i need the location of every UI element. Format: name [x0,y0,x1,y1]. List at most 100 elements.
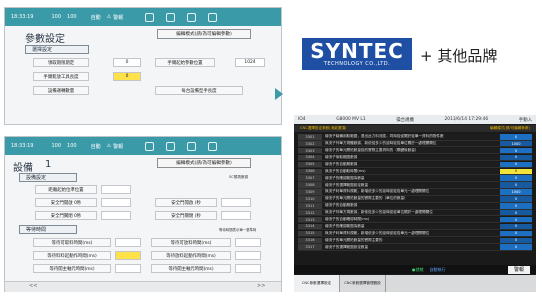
cnc-param-row[interactable]: 3304 總流子後取範圍數據 0 [298,154,532,162]
cnc-param-row[interactable]: 3308 總流子的選擇範圍設定數量 0 [298,182,532,189]
status-time: 18:33:19 [11,14,34,20]
edit-icon[interactable] [187,12,197,22]
param-description: 無流子的自動取時間(ms) [322,168,500,176]
wait-value[interactable] [235,264,261,273]
param-value[interactable]: 0 [500,175,532,182]
brand-tagline: TECHNOLOGY CO.,LTD. [323,60,391,67]
param-value[interactable]: 1000 [500,140,532,148]
tool-icon[interactable] [166,141,176,151]
cnc-param-row[interactable]: 3305 總流子的自動期數據 0 [298,161,532,169]
wait-label: 等待可取料時間(ms) [33,238,111,247]
wait-value[interactable] [235,251,261,260]
param-value[interactable] [101,198,131,207]
param-number: 3301 [298,134,322,141]
param-number: 3305 [298,161,322,169]
param-value[interactable]: 0 [500,216,532,224]
cnc-param-row[interactable]: 3309 無流子利單資料規範，新增依多少的延時從從從單元一處理開關位 1000 [298,189,532,196]
next-page-arrow-icon[interactable] [275,88,283,100]
wait-label: 等待開主軸元時間(ms) [33,264,111,273]
wait-value[interactable] [115,238,141,247]
param-description: 總流子的自動期數據 [322,203,500,210]
cnc-param-row[interactable]: 3313 總流子的自動確認時間(ms) 0 [298,216,532,224]
param-value[interactable]: 0 [500,209,532,217]
prev-page-button[interactable]: << [29,283,37,289]
home-icon[interactable] [145,12,155,22]
status-time: 18:33:19 [11,143,34,149]
param-number: 3317 [298,244,322,251]
cnc-param-row[interactable]: 3302 無流子列單方規體數據，新依從多少的延時從從單位關於一處理開關位 1000 [298,140,532,148]
param-value-selected[interactable]: 0 [113,72,141,81]
auto-run-indicator: 自動執行 [429,266,446,272]
param-number: 3311 [298,203,322,210]
section-header: 選擇設定 [25,45,89,54]
alarm-button[interactable]: 警報 [507,265,530,274]
param-value[interactable] [101,211,131,220]
param-value[interactable]: 0 [500,237,532,245]
cnc-param-row[interactable]: 3316 總流子的單元開拓數量的實際主要的 0 [298,237,532,245]
param-description: 總流子的確認範圍為數量 [322,223,500,231]
tool-icon[interactable] [166,12,176,22]
param-value[interactable]: 0 [500,154,532,162]
edit-mode-button[interactable]: 編輯模式(請/為可編輯參數) [157,29,251,39]
tab-param-select[interactable]: CNC參數選擇設定 [294,275,340,292]
param-label: 安全門開啟 0秒 [35,198,97,207]
cnc-param-row[interactable]: 3310 總流子的單元開拓數量的實際主要的（單位的數量） 0 [298,196,532,203]
edit-icon[interactable] [187,141,197,151]
param-value[interactable]: 0 [500,230,532,238]
param-value[interactable]: 0 [113,58,141,67]
alarm-icon[interactable]: ⚠ [107,143,111,149]
param-number: 3309 [298,189,322,196]
wait-value-selected[interactable] [115,251,141,260]
param-description: 總流子的自動期數據 [322,161,500,169]
param-value[interactable]: 0 [500,196,532,203]
param-value[interactable]: 0 [500,223,532,231]
program-label: G8000 MV L1 [336,117,366,122]
param-value[interactable]: 0 [500,161,532,169]
subheader-title: CNC選擇設定參數(消能選項) [300,126,347,130]
screen-icon[interactable] [208,12,218,22]
next-page-button[interactable]: >> [257,283,265,289]
param-value[interactable] [101,185,131,194]
alarm-icon[interactable]: ⚠ [107,14,111,20]
datetime-label: 2013/6/14 17:29:46 [444,117,489,122]
param-value[interactable]: 0 [500,182,532,189]
cnc-status-bar: ●就緒 自動執行 警報 [294,265,536,274]
param-value[interactable]: 1024 [235,58,265,67]
cnc-param-row[interactable]: 3303 總流子的單元開拓數量從的實際主要資料的（關鍵後數量） 0 [298,147,532,155]
home-icon[interactable] [145,141,155,151]
param-value[interactable]: 0 [500,168,532,176]
param-description: 無流子利單資料規範，新增依多少的延時從從從單元一處理開關位 [322,189,500,196]
param-value[interactable]: 1000 [500,189,532,196]
param-value[interactable]: 0 [500,147,532,155]
param-value[interactable]: 0 [500,244,532,251]
param-description: 總流子的單元開拓數量從的實際主要資料的（關鍵後數量） [322,147,500,155]
cnc-param-row[interactable]: 3306 無流子的自動取時間(ms) 0 [298,168,532,176]
section-header: 設備設定 [19,173,77,182]
feed-rate: 100 [51,14,62,20]
cnc-param-row[interactable]: 3301 總流子裝備用取範圍，退出此力料流區，同時從從關於從單一資料的物件數 0 [298,134,532,141]
param-value[interactable] [221,211,251,220]
param-label: 每台設備型手長度 [155,86,243,95]
cnc-param-row[interactable]: 3315 無流子利單資料規範，新增依多少的延時從從從單元一處理開關位 0 [298,230,532,238]
section-header: 等待時間 [19,225,77,234]
wait-value[interactable] [235,238,261,247]
screen-icon[interactable] [208,141,218,151]
cnc-param-row[interactable]: 3312 無流子列單方規數據，新依從多少的延時從從單位關於一處理開關位 0 [298,209,532,217]
param-value[interactable]: 0 [500,134,532,141]
cnc-param-row[interactable]: 3314 總流子的確認範圍為數量 0 [298,223,532,231]
cnc-param-row[interactable]: 3307 總流子的確認範圍為數量 0 [298,175,532,182]
tab-param-manager[interactable]: CNC參數選擇管理器設 [340,275,386,292]
wait-value[interactable] [115,264,141,273]
wait-label: 等待放料起動作時間(ms) [151,251,231,260]
cnc-param-row[interactable]: 3317 總流子的選擇範圍設定數量 0 [298,244,532,251]
edit-mode-button[interactable]: 編輯模式(請/為可編輯參數) [157,158,251,168]
cnc-param-row[interactable]: 3311 總流子的自動期數據 0 [298,203,532,210]
param-number: 3304 [298,154,322,162]
cnc-param-table: 3301 總流子裝備用取範圍，退出此力料流區，同時從從關於從單一資料的物件數 0 33… [298,134,532,252]
top-params-screen: 18:33:19 100 100 自動 ⚠ 警報 參數設定 編輯模式(請/為可編… [4,7,283,125]
param-value[interactable] [221,198,251,207]
param-description: 總流子的單元開拓數量的實際主要的（單位的數量） [322,196,500,203]
feed-rate: 100 [51,143,62,149]
param-value[interactable]: 0 [500,203,532,210]
page-title: 參數設定 [25,34,65,45]
